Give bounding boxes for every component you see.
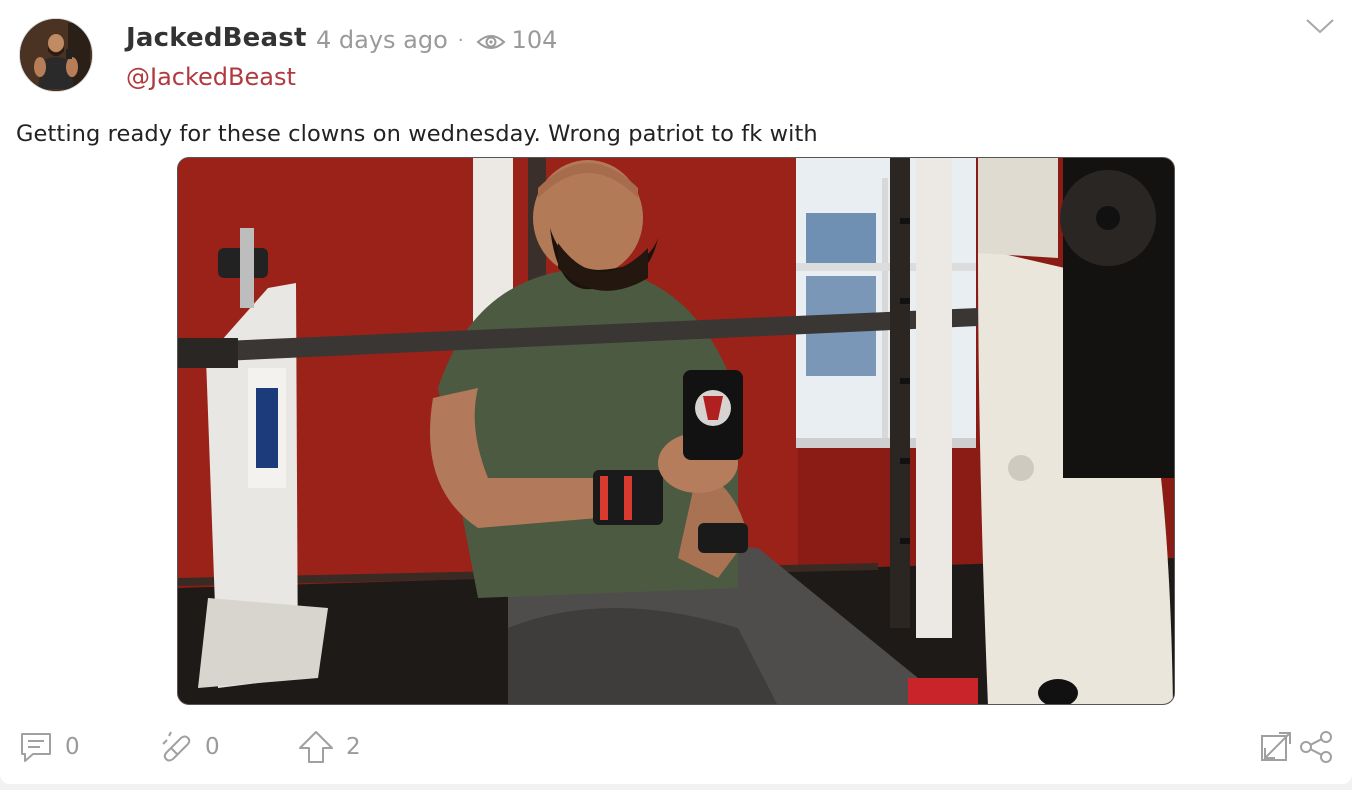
arrow-up-icon [299,731,333,763]
expand-icon[interactable] [1259,730,1293,764]
post-image[interactable] [177,157,1175,705]
comment-button[interactable]: 0 [19,729,80,765]
post-timestamp: 4 days ago [316,26,448,54]
post-meta: 4 days ago · 104 [316,26,557,54]
user-handle[interactable]: @JackedBeast [126,63,296,91]
username[interactable]: JackedBeast [126,23,307,53]
eye-icon [476,30,506,50]
upvote-button[interactable]: 2 [298,729,361,765]
comment-count: 0 [65,734,80,760]
repost-count: 0 [205,734,220,760]
avatar[interactable] [19,18,93,92]
chevron-down-icon[interactable] [1304,16,1336,36]
post-text: Getting ready for these clowns on wednes… [16,121,818,147]
upvote-count: 2 [346,734,361,760]
share-icon[interactable] [1299,730,1333,764]
repost-button[interactable]: 0 [159,729,220,765]
comment-icon [21,733,51,762]
repost-icon [162,731,191,762]
view-count: 104 [511,26,558,54]
meta-separator: · [457,29,464,51]
post-card: JackedBeast 4 days ago · 104 @JackedBeas… [0,0,1352,784]
